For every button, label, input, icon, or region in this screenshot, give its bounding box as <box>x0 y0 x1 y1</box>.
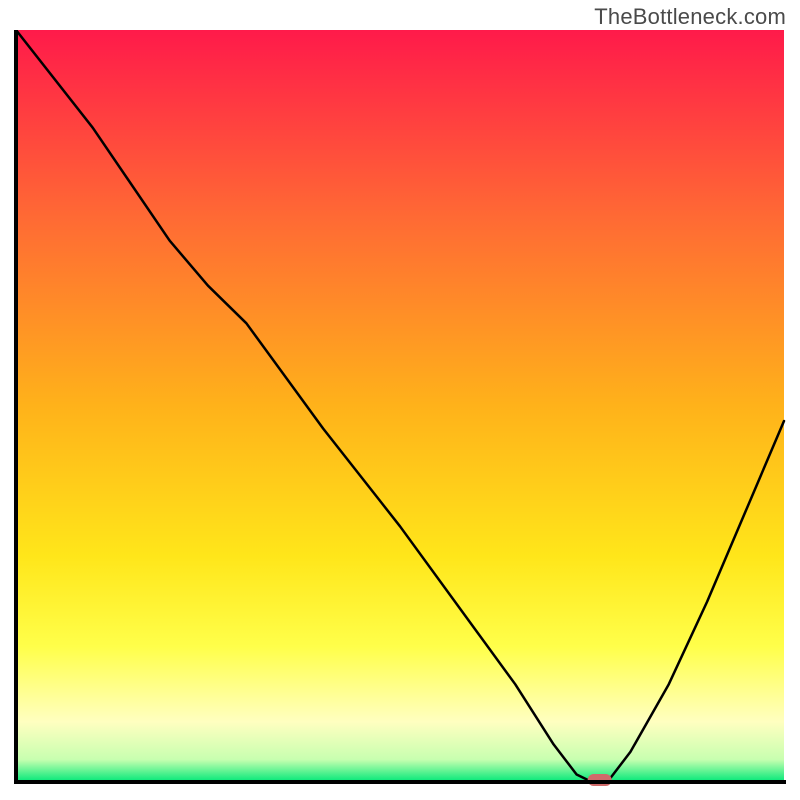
chart-frame: TheBottleneck.com <box>0 0 800 800</box>
gradient-background <box>16 30 784 782</box>
watermark-text: TheBottleneck.com <box>594 4 786 30</box>
plot-area <box>14 30 786 786</box>
bottleneck-chart-svg <box>14 30 786 786</box>
